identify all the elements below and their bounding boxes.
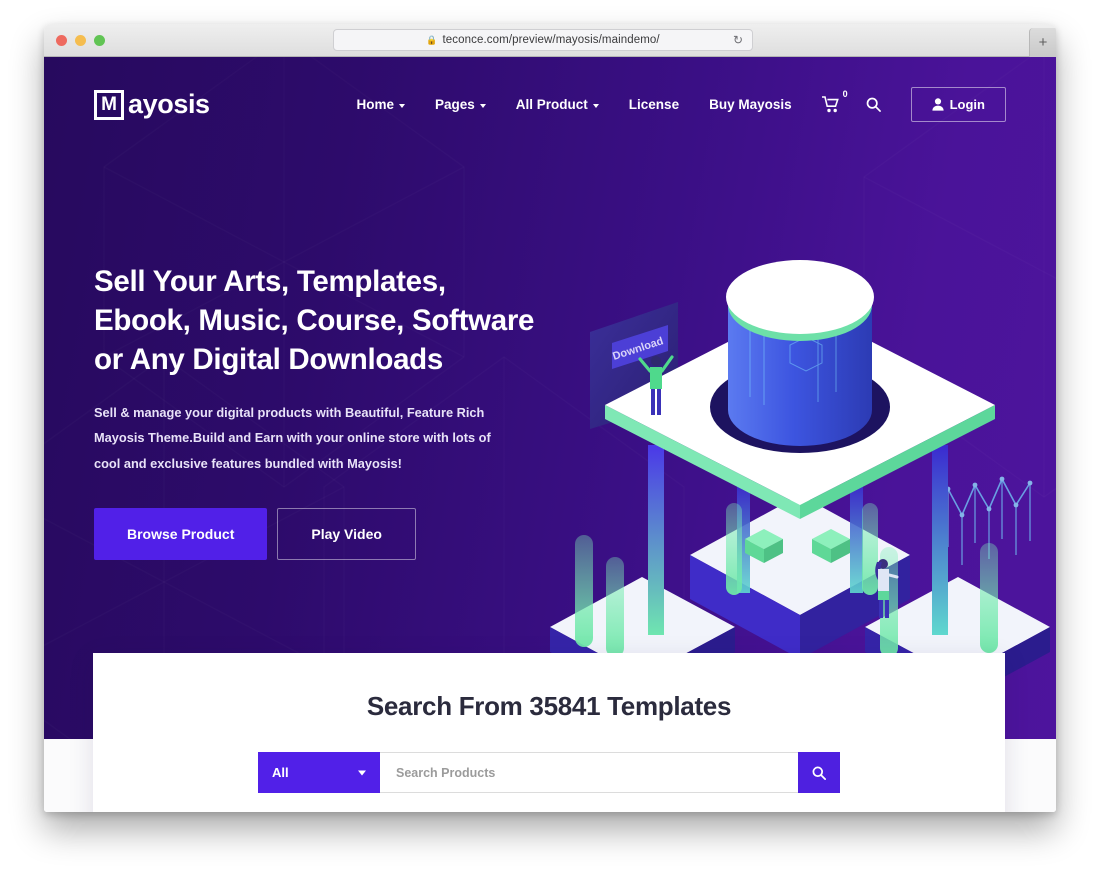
url-text: teconce.com/preview/mayosis/maindemo/ xyxy=(442,34,660,46)
logo-mark: M xyxy=(94,89,124,120)
search-icon xyxy=(812,766,826,780)
site-logo[interactable]: M ayosis xyxy=(94,89,210,120)
cart-button[interactable]: 0 xyxy=(821,89,848,113)
window-controls xyxy=(56,35,105,46)
login-button-label: Login xyxy=(949,97,985,112)
zoom-window-button[interactable] xyxy=(94,35,105,46)
user-icon xyxy=(932,98,944,111)
nav-item-home-label: Home xyxy=(356,97,394,112)
chevron-down-icon xyxy=(592,103,599,108)
search-input[interactable] xyxy=(380,752,798,793)
nav-item-all-product[interactable]: All Product xyxy=(516,97,599,112)
address-bar[interactable]: 🔒 teconce.com/preview/mayosis/maindemo/ … xyxy=(333,29,753,51)
category-select[interactable]: All xyxy=(258,752,380,793)
search-bar: All xyxy=(258,752,840,793)
cart-count-badge: 0 xyxy=(842,89,848,99)
main-navigation: M ayosis Home Pages All Product License … xyxy=(44,57,1056,152)
hero-buttons: Browse Product Play Video xyxy=(94,508,544,561)
close-window-button[interactable] xyxy=(56,35,67,46)
search-section: Search From 35841 Templates All xyxy=(93,653,1005,812)
browser-titlebar: 🔒 teconce.com/preview/mayosis/maindemo/ … xyxy=(44,24,1056,57)
nav-search-button[interactable] xyxy=(866,97,881,112)
logo-text: ayosis xyxy=(128,89,210,119)
search-icon xyxy=(866,97,881,112)
browser-window: 🔒 teconce.com/preview/mayosis/maindemo/ … xyxy=(44,24,1056,812)
lock-icon: 🔒 xyxy=(426,34,438,45)
nav-item-pages[interactable]: Pages xyxy=(435,97,486,112)
nav-links: Home Pages All Product License Buy Mayos… xyxy=(356,97,821,112)
play-video-button[interactable]: Play Video xyxy=(277,508,416,561)
nav-item-buy-mayosis-label: Buy Mayosis xyxy=(709,97,792,112)
illustration-cylinder xyxy=(726,260,874,446)
new-tab-button[interactable]: + xyxy=(1029,28,1056,57)
hero-section: M ayosis Home Pages All Product License … xyxy=(44,57,1056,739)
hero-title: Sell Your Arts, Templates, Ebook, Music,… xyxy=(94,265,535,377)
category-select-value: All xyxy=(272,765,289,780)
chevron-down-icon xyxy=(479,103,486,108)
login-button[interactable]: Login xyxy=(910,87,1006,122)
nav-item-home[interactable]: Home xyxy=(356,97,405,112)
hero-illustration: Download xyxy=(550,260,1050,697)
nav-item-license-label: License xyxy=(628,97,680,112)
hero-content: Sell Your Arts, Templates, Ebook, Music,… xyxy=(94,262,544,561)
chevron-down-icon xyxy=(399,103,405,108)
page-viewport: M ayosis Home Pages All Product License … xyxy=(44,57,1056,812)
browse-product-button[interactable]: Browse Product xyxy=(94,508,268,561)
minimize-window-button[interactable] xyxy=(75,35,86,46)
nav-item-buy-mayosis[interactable]: Buy Mayosis xyxy=(709,97,792,112)
nav-right-group: Home Pages All Product License Buy Mayos… xyxy=(356,87,1006,122)
search-heading: Search From 35841 Templates xyxy=(366,691,732,721)
search-submit-button[interactable] xyxy=(798,752,840,793)
chevron-down-icon xyxy=(358,770,366,775)
nav-item-all-product-label: All Product xyxy=(515,97,588,112)
nav-item-license[interactable]: License xyxy=(629,97,679,112)
reload-icon[interactable]: ↻ xyxy=(733,34,743,46)
shopping-cart-icon xyxy=(821,96,839,113)
nav-item-pages-label: Pages xyxy=(435,97,475,112)
hero-subtitle: Sell & manage your digital products with… xyxy=(94,404,491,471)
